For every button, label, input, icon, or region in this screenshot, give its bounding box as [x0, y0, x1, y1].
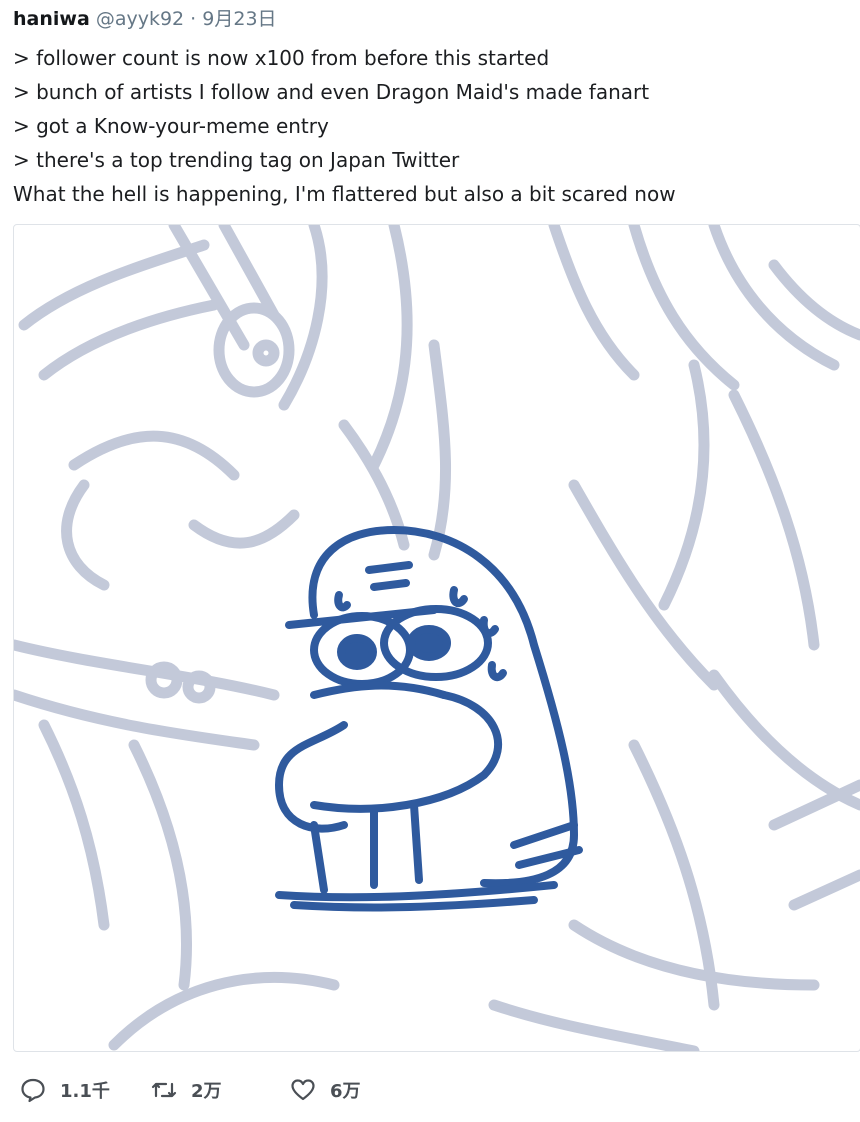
- reply-button[interactable]: 1.1千: [20, 1072, 110, 1108]
- retweet-count: 2万: [191, 1081, 222, 1102]
- tweet-text: > follower count is now x100 from before…: [13, 41, 853, 211]
- tweet-line-4: > there's a top trending tag on Japan Tw…: [13, 148, 460, 172]
- tweet-image[interactable]: [13, 224, 860, 1052]
- drawing-image: [14, 225, 860, 1051]
- tweet-line-3: > got a Know-your-meme entry: [13, 114, 329, 138]
- reply-count: 1.1千: [60, 1081, 110, 1102]
- author-name[interactable]: haniwa: [13, 8, 90, 30]
- tweet-date[interactable]: 9月23日: [202, 8, 276, 30]
- tweet-line-2: > bunch of artists I follow and even Dra…: [13, 80, 650, 104]
- tweet-line-5: What the hell is happening, I'm flattere…: [13, 182, 676, 206]
- tweet-header: haniwa @ayyk92 · 9月23日: [13, 6, 277, 32]
- like-count: 6万: [330, 1081, 361, 1102]
- retweet-button[interactable]: 2万: [151, 1072, 222, 1108]
- heart-icon: [291, 1079, 315, 1101]
- like-button[interactable]: 6万: [290, 1072, 361, 1108]
- tweet-card: haniwa @ayyk92 · 9月23日 > follower count …: [0, 0, 860, 1122]
- tweet-line-1: > follower count is now x100 from before…: [13, 46, 550, 70]
- reply-icon: [21, 1078, 45, 1103]
- scared-figure: [275, 526, 583, 912]
- author-handle[interactable]: @ayyk92: [96, 8, 184, 30]
- retweet-icon: [151, 1082, 177, 1098]
- header-separator: ·: [190, 8, 197, 30]
- tweet-actions: 1.1千 2万 6万: [20, 1072, 840, 1108]
